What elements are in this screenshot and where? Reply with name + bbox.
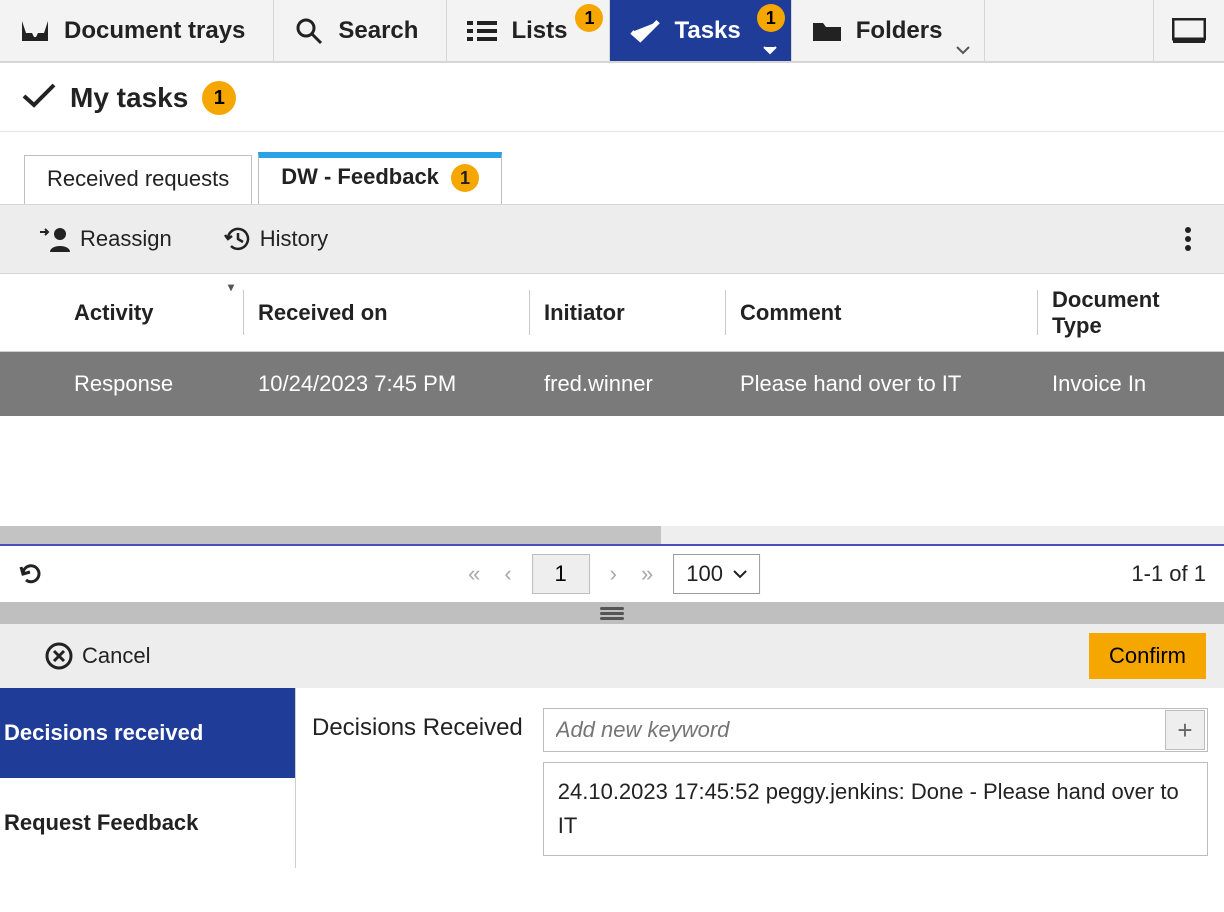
pager-size-select[interactable]: 100: [673, 554, 760, 594]
nav-layout-toggle[interactable]: [1154, 0, 1224, 61]
horizontal-scrollbar[interactable]: [0, 526, 1224, 546]
col-comment[interactable]: Comment: [726, 274, 1038, 351]
cancel-label: Cancel: [82, 643, 150, 669]
tool-label: Reassign: [80, 226, 172, 252]
confirm-button[interactable]: Confirm: [1089, 633, 1206, 679]
nav-lists[interactable]: Lists 1: [447, 0, 610, 61]
table-header: Activity ▾ Received on Initiator Comment…: [0, 274, 1224, 352]
bottom-panel: Decisions received Request Feedback Deci…: [0, 688, 1224, 868]
tool-label: History: [260, 226, 328, 252]
nav-label: Document trays: [64, 17, 245, 45]
pager-last[interactable]: »: [637, 561, 657, 587]
history-button[interactable]: History: [222, 225, 328, 253]
col-received[interactable]: Received on: [244, 274, 530, 351]
cell-comment: Please hand over to IT: [740, 371, 961, 397]
subtabs: Received requests DW - Feedback 1: [0, 132, 1224, 204]
nav-label: Tasks: [674, 17, 740, 45]
scrollbar-thumb[interactable]: [0, 526, 661, 544]
nav-label: Search: [338, 17, 418, 45]
tab-dw-feedback[interactable]: DW - Feedback 1: [258, 152, 502, 204]
tab-label: DW - Feedback: [281, 164, 439, 189]
nav-badge: 1: [757, 4, 785, 32]
kebab-icon: [1184, 226, 1192, 252]
folder-icon: [812, 16, 842, 46]
detail-panel: Decisions Received + 24.10.2023 17:45:52…: [296, 688, 1224, 868]
cancel-button[interactable]: Cancel: [44, 641, 150, 671]
decision-entry: 24.10.2023 17:45:52 peggy.jenkins: Done …: [543, 762, 1208, 856]
col-checkbox[interactable]: [0, 274, 34, 351]
nav-spacer: [985, 0, 1154, 61]
nav-badge: 1: [575, 4, 603, 32]
tab-received-requests[interactable]: Received requests: [24, 155, 252, 204]
search-icon: [294, 16, 324, 46]
pager-page-input[interactable]: [532, 554, 590, 594]
side-item-label: Decisions received: [4, 720, 203, 746]
tray-icon: [20, 16, 50, 46]
reassign-icon: [40, 226, 72, 252]
nav-folders[interactable]: Folders: [792, 0, 986, 61]
page-title-row: My tasks 1: [0, 63, 1224, 132]
nav-document-trays[interactable]: Document trays: [0, 0, 274, 61]
chevron-down-icon: [733, 569, 747, 579]
tab-badge: 1: [451, 164, 479, 192]
side-item-label: Request Feedback: [4, 810, 198, 836]
more-menu[interactable]: [1176, 218, 1200, 260]
cancel-icon: [44, 641, 74, 671]
nav-tasks[interactable]: Tasks 1: [610, 0, 791, 61]
nav-label: Lists: [511, 17, 567, 45]
pager-prev[interactable]: ‹: [500, 561, 515, 587]
col-initiator[interactable]: Initiator: [530, 274, 726, 351]
nav-label: Folders: [856, 17, 943, 45]
tab-label: Received requests: [47, 166, 229, 191]
side-item-decisions-received[interactable]: Decisions received: [0, 688, 295, 778]
top-nav: Document trays Search Lists 1 Tasks 1: [0, 0, 1224, 63]
nav-search[interactable]: Search: [274, 0, 447, 61]
refresh-button[interactable]: [18, 561, 44, 587]
chevron-down-icon: [956, 45, 970, 55]
task-toolbar: Reassign History: [0, 204, 1224, 274]
pager-next[interactable]: ›: [606, 561, 621, 587]
sort-indicator-icon: ▾: [228, 280, 234, 294]
keyword-input[interactable]: [544, 717, 1163, 743]
split-handle[interactable]: [0, 602, 1224, 624]
col-doctype[interactable]: Document Type: [1038, 274, 1224, 351]
detail-label: Decisions Received: [312, 708, 523, 742]
add-keyword-button[interactable]: +: [1165, 710, 1205, 750]
page-title-badge: 1: [202, 81, 236, 115]
col-activity[interactable]: Activity ▾: [34, 274, 244, 351]
chevron-down-icon: [763, 45, 777, 55]
reassign-button[interactable]: Reassign: [40, 226, 172, 252]
keyword-input-box: +: [543, 708, 1208, 752]
pager-size-value: 100: [686, 561, 723, 587]
tasks-table: Activity ▾ Received on Initiator Comment…: [0, 274, 1224, 546]
pager-range: 1-1 of 1: [1131, 561, 1206, 587]
history-icon: [222, 225, 252, 253]
side-item-request-feedback[interactable]: Request Feedback: [0, 778, 295, 868]
table-row[interactable]: Response 10/24/2023 7:45 PM fred.winner …: [0, 352, 1224, 416]
action-bar: Cancel Confirm: [0, 624, 1224, 688]
cell-activity: Response: [74, 371, 173, 397]
table-empty-space: [0, 416, 1224, 526]
refresh-icon: [18, 561, 44, 587]
layout-icon: [1172, 18, 1206, 44]
plus-icon: +: [1177, 715, 1192, 746]
cell-initiator: fred.winner: [544, 371, 653, 397]
check-icon: [630, 16, 660, 46]
confirm-label: Confirm: [1109, 643, 1186, 668]
list-icon: [467, 16, 497, 46]
cell-received: 10/24/2023 7:45 PM: [258, 371, 456, 397]
pager-first[interactable]: «: [464, 561, 484, 587]
side-panel: Decisions received Request Feedback: [0, 688, 296, 868]
cell-doctype: Invoice In: [1052, 371, 1146, 397]
pager: « ‹ › » 100 1-1 of 1: [0, 546, 1224, 602]
grip-icon: [600, 605, 624, 622]
page-title: My tasks: [70, 82, 188, 114]
check-icon: [22, 81, 56, 115]
